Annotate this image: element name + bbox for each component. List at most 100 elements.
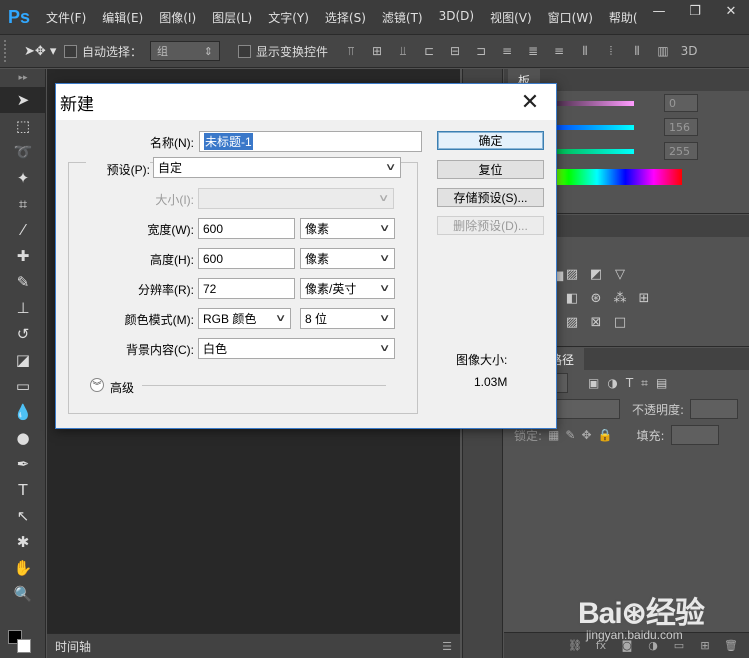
eraser-tool-icon[interactable]: ◪ — [0, 347, 46, 373]
menu-edit[interactable]: 编辑(E) — [102, 9, 143, 26]
menu-view[interactable]: 视图(V) — [490, 9, 532, 26]
filter-type-icon[interactable]: T — [626, 376, 633, 390]
move-tool-icon[interactable]: ➤ — [0, 87, 46, 113]
width-input[interactable]: 600 — [198, 218, 295, 239]
dodge-tool-icon[interactable]: ● — [0, 425, 46, 451]
ok-button[interactable]: 确定 — [437, 131, 544, 150]
blur-tool-icon[interactable]: 💧 — [0, 399, 46, 425]
show-transform-group[interactable]: 显示变换控件 — [238, 43, 328, 60]
filter-smart-icon[interactable]: ▤ — [656, 376, 667, 390]
align-right-icon[interactable]: ⊐ — [470, 41, 492, 61]
background-color-chip[interactable] — [17, 639, 31, 653]
eyedropper-tool-icon[interactable]: ⁄ — [0, 217, 46, 243]
bit-depth-select[interactable]: 8 位 ∨ — [300, 308, 395, 329]
lock-move-icon[interactable]: ✥ — [581, 428, 591, 442]
magic-wand-tool-icon[interactable]: ✦ — [0, 165, 46, 191]
distribute-bottom-icon[interactable]: ≡ — [548, 41, 570, 61]
zoom-tool-icon[interactable]: 🔍 — [0, 581, 46, 607]
type-tool-icon[interactable]: T — [0, 477, 46, 503]
gradient-tool-icon[interactable]: ▭ — [0, 373, 46, 399]
shape-tool-icon[interactable]: ✱ — [0, 529, 46, 555]
align-left-icon[interactable]: ⊏ — [418, 41, 440, 61]
path-selection-tool-icon[interactable]: ↖ — [0, 503, 46, 529]
width-unit-select[interactable]: 像素 ∨ — [300, 218, 395, 239]
menu-3d[interactable]: 3D(D) — [439, 9, 474, 26]
gradient-map-icon[interactable]: □ — [610, 314, 630, 330]
exposure-icon[interactable]: ◩ — [586, 266, 606, 282]
distribute-vcenter-icon[interactable]: ≣ — [522, 41, 544, 61]
advanced-toggle-icon[interactable]: ︾ — [90, 378, 104, 392]
height-input[interactable]: 600 — [198, 248, 295, 269]
show-transform-checkbox[interactable] — [238, 44, 252, 58]
dialog-titlebar[interactable]: 新建 ✕ — [56, 84, 556, 120]
timeline-tab[interactable]: 时间轴 — [55, 638, 91, 655]
vibrance-icon[interactable]: ▽ — [610, 266, 630, 282]
menu-filter[interactable]: 滤镜(T) — [382, 9, 423, 26]
channel-mixer-icon[interactable]: ⁂ — [610, 290, 630, 306]
lasso-tool-icon[interactable]: ➰ — [0, 139, 46, 165]
blue-value[interactable]: 255 — [664, 142, 698, 160]
distribute-top-icon[interactable]: ≡ — [496, 41, 518, 61]
auto-select-target-select[interactable]: 组 ⇕ — [150, 41, 221, 61]
photo-filter-icon[interactable]: ⊛ — [586, 290, 606, 306]
threshold-icon[interactable]: ▨ — [562, 314, 582, 330]
filter-shape-icon[interactable]: ⌗ — [641, 376, 648, 391]
close-icon[interactable]: ✕ — [518, 89, 542, 114]
color-lookup-icon[interactable]: ⊞ — [634, 290, 654, 306]
advanced-label[interactable]: 高级 — [110, 379, 134, 396]
height-unit-select[interactable]: 像素 ∨ — [300, 248, 395, 269]
pen-tool-icon[interactable]: ✒ — [0, 451, 46, 477]
hand-tool-icon[interactable]: ✋ — [0, 555, 46, 581]
panel-menu-icon[interactable]: ☰ — [442, 640, 452, 653]
save-preset-button[interactable]: 存储预设(S)... — [437, 188, 544, 207]
options-grip[interactable] — [4, 40, 10, 62]
distribute-right-icon[interactable]: ⦀ — [626, 41, 648, 61]
menu-window[interactable]: 窗口(W) — [548, 9, 593, 26]
healing-brush-tool-icon[interactable]: ✚ — [0, 243, 46, 269]
menu-help[interactable]: 帮助( — [609, 9, 638, 26]
reset-button[interactable]: 复位 — [437, 160, 544, 179]
align-hcenter-icon[interactable]: ⊟ — [444, 41, 466, 61]
minimize-button[interactable]: — — [641, 0, 677, 22]
auto-select-checkbox[interactable] — [64, 44, 77, 58]
resolution-input[interactable]: 72 — [198, 278, 295, 299]
move-tool-preset-icon[interactable]: ➤✥ ▾ — [24, 40, 64, 62]
filter-adjust-icon[interactable]: ◑ — [607, 376, 617, 390]
auto-align-icon[interactable]: ▥ — [652, 41, 674, 61]
menu-select[interactable]: 选择(S) — [325, 9, 366, 26]
name-input[interactable]: 未标题-1 — [199, 131, 422, 152]
align-top-icon[interactable]: ⫪ — [340, 41, 362, 61]
auto-select-checkbox-group[interactable]: 自动选择： — [64, 43, 142, 60]
menu-image[interactable]: 图像(I) — [159, 9, 196, 26]
history-brush-tool-icon[interactable]: ↺ — [0, 321, 46, 347]
filter-pixel-icon[interactable]: ▣ — [588, 376, 599, 390]
distribute-left-icon[interactable]: ⦀ — [574, 41, 596, 61]
marquee-tool-icon[interactable]: ⬚ — [0, 113, 46, 139]
menu-file[interactable]: 文件(F) — [46, 9, 86, 26]
distribute-hcenter-icon[interactable]: ⦙ — [600, 41, 622, 61]
color-chips[interactable] — [8, 630, 32, 654]
mode-3d-label[interactable]: 3D — [678, 41, 700, 61]
preset-select[interactable]: 自定 ∨ — [153, 157, 401, 178]
tools-collapse-icon[interactable]: ▸▸ — [0, 69, 46, 87]
color-mode-select[interactable]: RGB 颜色 ∨ — [198, 308, 291, 329]
lock-brush-icon[interactable]: ✎ — [565, 428, 575, 442]
lock-transparent-icon[interactable]: ▦ — [548, 428, 559, 442]
resolution-unit-select[interactable]: 像素/英寸 ∨ — [300, 278, 395, 299]
selective-color-icon[interactable]: ⊠ — [586, 314, 606, 330]
curves-icon[interactable]: ▨ — [562, 266, 582, 282]
lock-all-icon[interactable]: 🔒 — [598, 428, 613, 442]
close-app-button[interactable]: ✕ — [713, 0, 749, 22]
crop-tool-icon[interactable]: ⌗ — [0, 191, 46, 217]
clone-stamp-tool-icon[interactable]: ⊥ — [0, 295, 46, 321]
green-value[interactable]: 156 — [664, 118, 698, 136]
align-vcenter-icon[interactable]: ⊞ — [366, 41, 388, 61]
align-bottom-icon[interactable]: ⫫ — [392, 41, 414, 61]
opacity-field[interactable] — [690, 399, 739, 419]
menu-type[interactable]: 文字(Y) — [268, 9, 309, 26]
brush-tool-icon[interactable]: ✎ — [0, 269, 46, 295]
background-select[interactable]: 白色 ∨ — [198, 338, 395, 359]
red-value[interactable]: 0 — [664, 94, 698, 112]
maximize-button[interactable]: ❐ — [677, 0, 713, 22]
menu-layer[interactable]: 图层(L) — [212, 9, 252, 26]
